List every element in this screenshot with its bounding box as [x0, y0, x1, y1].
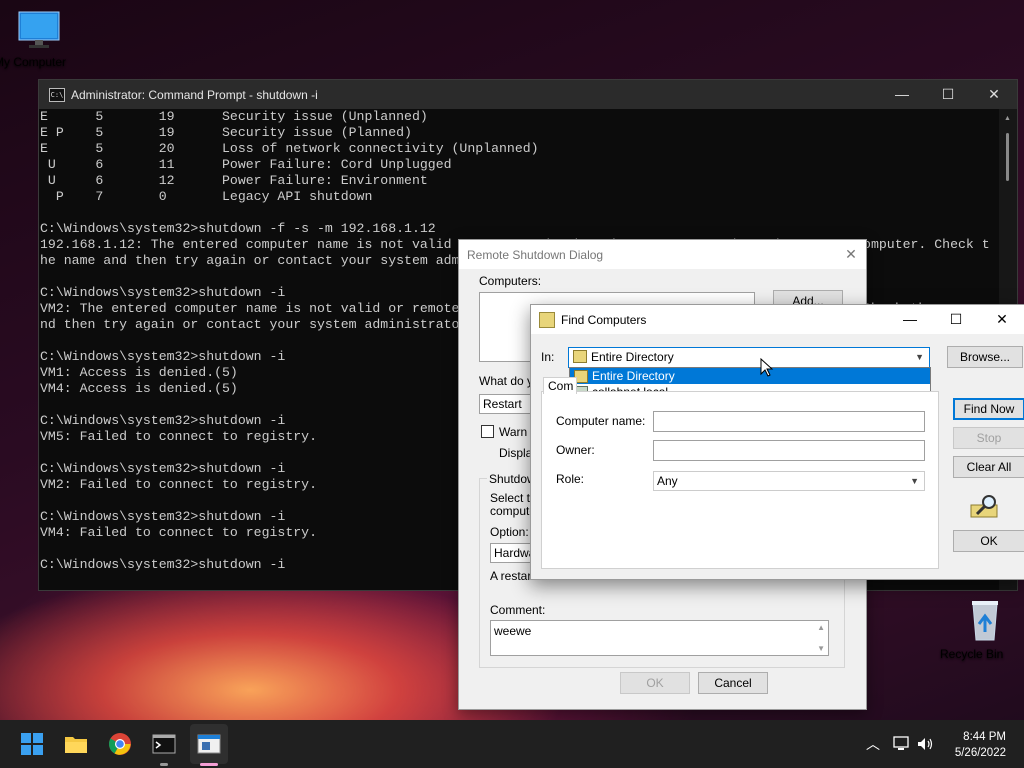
comment-textarea[interactable]: weewe ▲ ▼	[490, 620, 829, 656]
computers-label: Computers:	[479, 274, 542, 288]
scroll-up-icon[interactable]: ▲	[1004, 115, 1011, 122]
active-app-indicator	[200, 763, 218, 766]
cmd-app-icon: C:\	[49, 87, 65, 102]
console-line: E P 5 19 Security issue (Planned)	[40, 125, 412, 140]
restart-note: A restart	[490, 569, 535, 583]
close-icon[interactable]: ✕	[979, 311, 1024, 328]
ok-button[interactable]: OK	[953, 530, 1024, 552]
my-computer-desktop-icon[interactable]: My Computer	[0, 10, 84, 69]
stop-button[interactable]: Stop	[953, 427, 1024, 449]
find-computers-dialog[interactable]: Find Computers — ☐ ✕ In: Entire Director…	[530, 304, 1024, 580]
scroll-thumb[interactable]	[1006, 133, 1009, 181]
in-value: Entire Directory	[591, 350, 674, 364]
search-magnifier-icon	[970, 495, 998, 518]
option-label: Option:	[490, 525, 529, 539]
clear-all-button[interactable]: Clear All	[953, 456, 1024, 478]
chevron-up-icon[interactable]: ︿	[866, 734, 880, 754]
recycle-bin-label: Recycle Bin	[940, 647, 1004, 661]
fc-title: Find Computers	[561, 312, 647, 327]
cancel-button[interactable]: Cancel	[698, 672, 768, 694]
owner-input[interactable]	[653, 440, 925, 461]
my-computer-label: My Computer	[0, 55, 67, 69]
browse-button[interactable]: Browse...	[947, 346, 1023, 368]
console-line: E 5 19 Security issue (Unplanned)	[40, 109, 428, 124]
owner-label: Owner:	[556, 443, 595, 457]
console-line: E 5 20 Loss of network connectivity (Unp…	[40, 141, 539, 156]
find-computers-icon	[539, 311, 555, 328]
cmd-title: Administrator: Command Prompt - shutdown…	[71, 87, 318, 102]
in-select[interactable]: Entire Directory ▼	[568, 347, 930, 368]
comment-value: weewe	[494, 624, 532, 638]
rsd-titlebar[interactable]: Remote Shutdown Dialog ✕	[459, 240, 866, 269]
terminal-running-indicator	[160, 763, 168, 766]
console-line: P 7 0 Legacy API shutdown	[40, 189, 373, 204]
windows-start-icon[interactable]	[20, 732, 44, 756]
computer-name-label: Computer name:	[556, 414, 646, 428]
minimize-icon[interactable]: —	[887, 311, 933, 328]
chevron-down-icon[interactable]: ▼	[910, 472, 919, 490]
chevron-down-icon[interactable]: ▼	[915, 348, 924, 366]
close-icon[interactable]: ✕	[836, 246, 866, 263]
comment-label: Comment:	[490, 603, 546, 617]
console-line: U 6 12 Power Failure: Environment	[40, 173, 428, 188]
fc-titlebar[interactable]: Find Computers — ☐ ✕	[531, 305, 1024, 334]
mouse-cursor-icon	[760, 358, 774, 377]
console-line: C:\Windows\system32>shutdown -f -s -m 19…	[40, 221, 436, 236]
maximize-icon[interactable]: ☐	[933, 311, 979, 328]
rsd-title: Remote Shutdown Dialog	[467, 247, 604, 262]
scroll-down-icon[interactable]: ▼	[817, 644, 825, 653]
what-do-label: What do y	[479, 374, 534, 388]
role-value: Any	[657, 474, 678, 488]
minimize-icon[interactable]: —	[879, 86, 925, 103]
clock-time: 8:44 PM	[963, 731, 1006, 743]
monitor-icon	[18, 11, 60, 48]
ok-button[interactable]: OK	[620, 672, 690, 694]
scroll-up-icon[interactable]: ▲	[817, 623, 825, 632]
remote-shutdown-app-icon[interactable]	[197, 732, 221, 756]
maximize-icon[interactable]: ☐	[925, 86, 971, 103]
tab-computers[interactable]: Com	[543, 377, 577, 394]
volume-icon[interactable]	[917, 736, 935, 752]
recycle-bin-icon	[972, 601, 998, 641]
system-clock[interactable]: 8:44 PM 5/26/2022	[955, 729, 1006, 761]
console-line: U 6 11 Power Failure: Cord Unplugged	[40, 157, 452, 172]
cmd-titlebar[interactable]: C:\ Administrator: Command Prompt - shut…	[39, 80, 1017, 109]
warn-checkbox[interactable]	[481, 425, 494, 438]
clock-date: 5/26/2022	[954, 747, 1006, 759]
role-select[interactable]: Any ▼	[653, 471, 925, 491]
role-label: Role:	[556, 472, 585, 486]
recycle-bin-desktop-icon[interactable]: Recycle Bin	[940, 598, 1024, 661]
computer-name-input[interactable]	[653, 411, 925, 432]
chrome-icon[interactable]	[108, 732, 132, 756]
taskbar: ︿ 8:44 PM 5/26/2022	[0, 720, 1024, 768]
file-explorer-icon[interactable]	[64, 732, 88, 756]
in-label: In:	[541, 350, 555, 364]
network-icon[interactable]	[893, 736, 911, 752]
directory-icon	[573, 350, 587, 363]
find-now-button[interactable]: Find Now	[953, 398, 1024, 420]
close-icon[interactable]: ✕	[971, 86, 1017, 103]
terminal-icon[interactable]	[152, 732, 176, 756]
dropdown-option-entire-directory[interactable]: Entire Directory	[570, 368, 930, 384]
